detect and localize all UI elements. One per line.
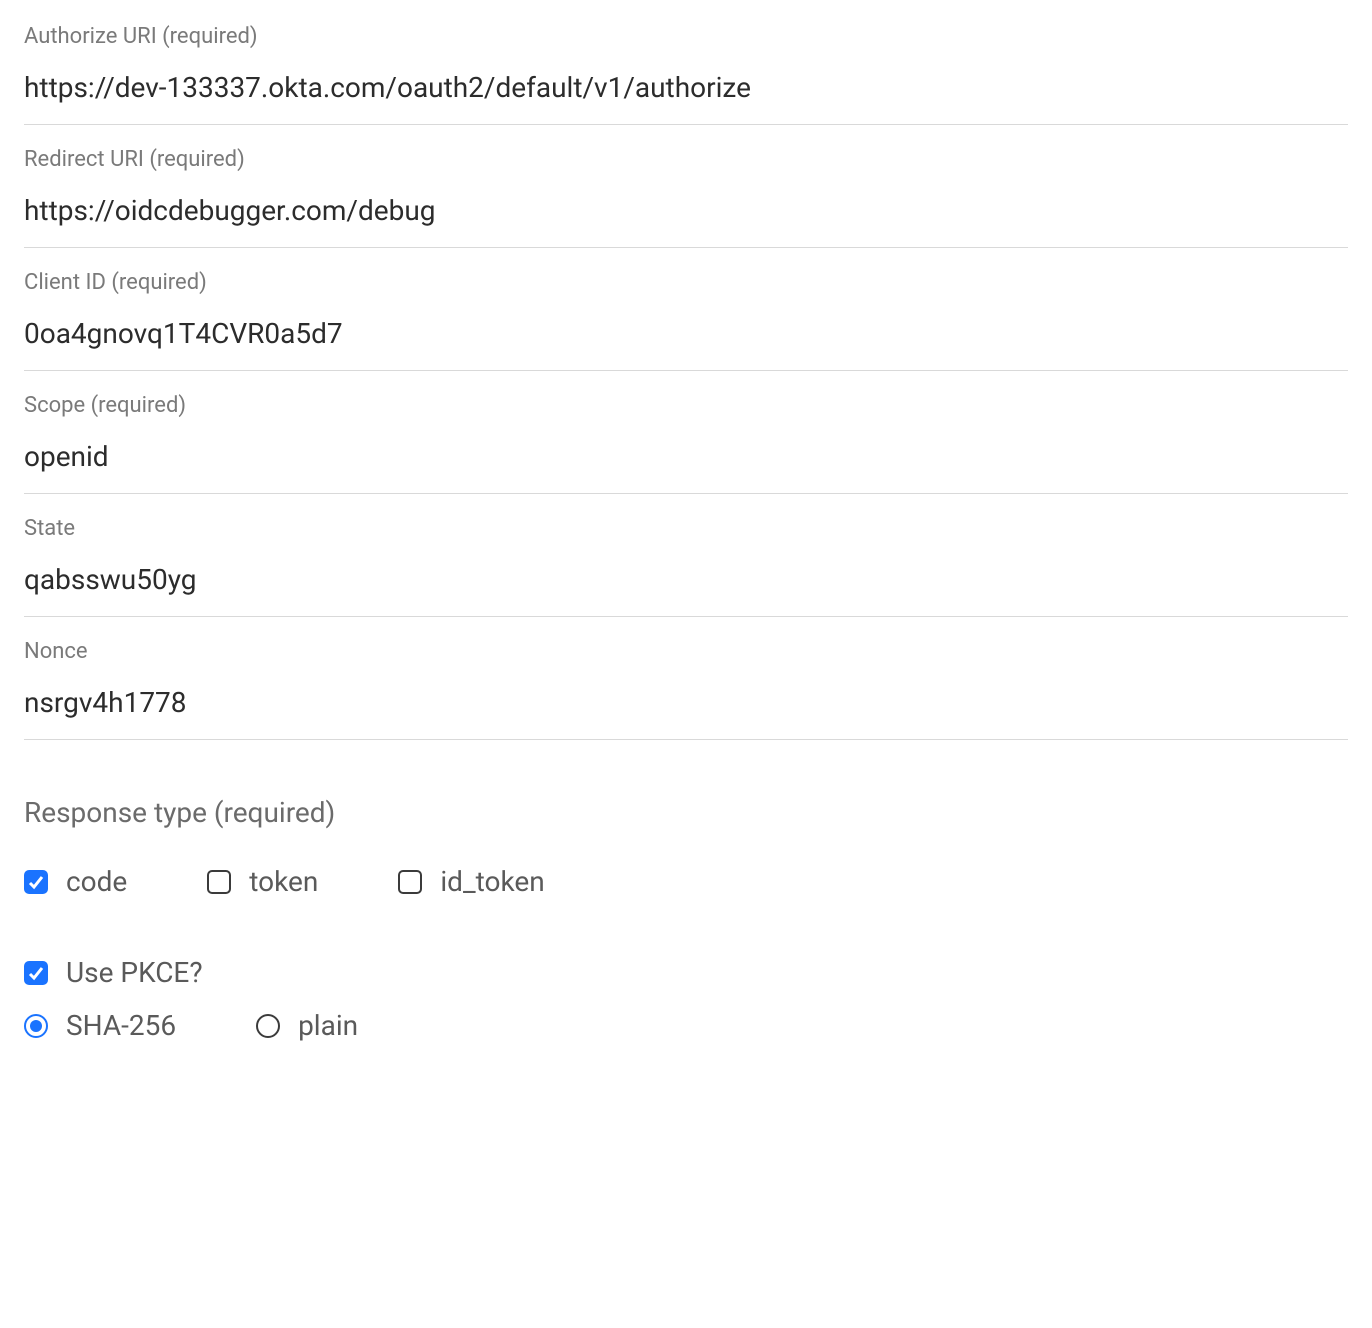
nonce-input[interactable]: [24, 684, 1348, 721]
pkce-plain-option[interactable]: plain: [256, 1009, 358, 1042]
state-label: State: [24, 516, 1348, 541]
response-type-token-option[interactable]: token: [207, 865, 318, 898]
redirect-uri-input[interactable]: [24, 192, 1348, 229]
state-input[interactable]: [24, 561, 1348, 598]
check-icon: [28, 965, 44, 981]
client-id-field: Client ID (required): [24, 270, 1348, 371]
use-pkce-checkbox[interactable]: [24, 961, 48, 985]
response-type-code-label: code: [66, 865, 127, 898]
scope-field: Scope (required): [24, 393, 1348, 494]
authorize-uri-input[interactable]: [24, 69, 1348, 106]
response-type-id-token-checkbox[interactable]: [398, 870, 422, 894]
response-type-heading: Response type (required): [24, 796, 1348, 829]
client-id-input[interactable]: [24, 315, 1348, 352]
use-pkce-label: Use PKCE?: [66, 956, 203, 989]
response-type-code-checkbox[interactable]: [24, 870, 48, 894]
response-type-options: code token id_token: [24, 865, 1348, 898]
client-id-label: Client ID (required): [24, 270, 1348, 295]
pkce-method-options: SHA-256 plain: [24, 1009, 1348, 1042]
nonce-label: Nonce: [24, 639, 1348, 664]
pkce-plain-radio[interactable]: [256, 1014, 280, 1038]
scope-input[interactable]: [24, 438, 1348, 475]
pkce-sha256-option[interactable]: SHA-256: [24, 1009, 176, 1042]
check-icon: [28, 874, 44, 890]
response-type-token-label: token: [249, 865, 318, 898]
pkce-sha256-radio[interactable]: [24, 1014, 48, 1038]
authorize-uri-field: Authorize URI (required): [24, 24, 1348, 125]
response-type-id-token-option[interactable]: id_token: [398, 865, 544, 898]
pkce-sha256-label: SHA-256: [66, 1009, 176, 1042]
use-pkce-option[interactable]: Use PKCE?: [24, 956, 1348, 989]
scope-label: Scope (required): [24, 393, 1348, 418]
authorize-uri-label: Authorize URI (required): [24, 24, 1348, 49]
redirect-uri-field: Redirect URI (required): [24, 147, 1348, 248]
state-field: State: [24, 516, 1348, 617]
redirect-uri-label: Redirect URI (required): [24, 147, 1348, 172]
response-type-id-token-label: id_token: [440, 865, 544, 898]
nonce-field: Nonce: [24, 639, 1348, 740]
response-type-code-option[interactable]: code: [24, 865, 127, 898]
response-type-token-checkbox[interactable]: [207, 870, 231, 894]
pkce-plain-label: plain: [298, 1009, 358, 1042]
